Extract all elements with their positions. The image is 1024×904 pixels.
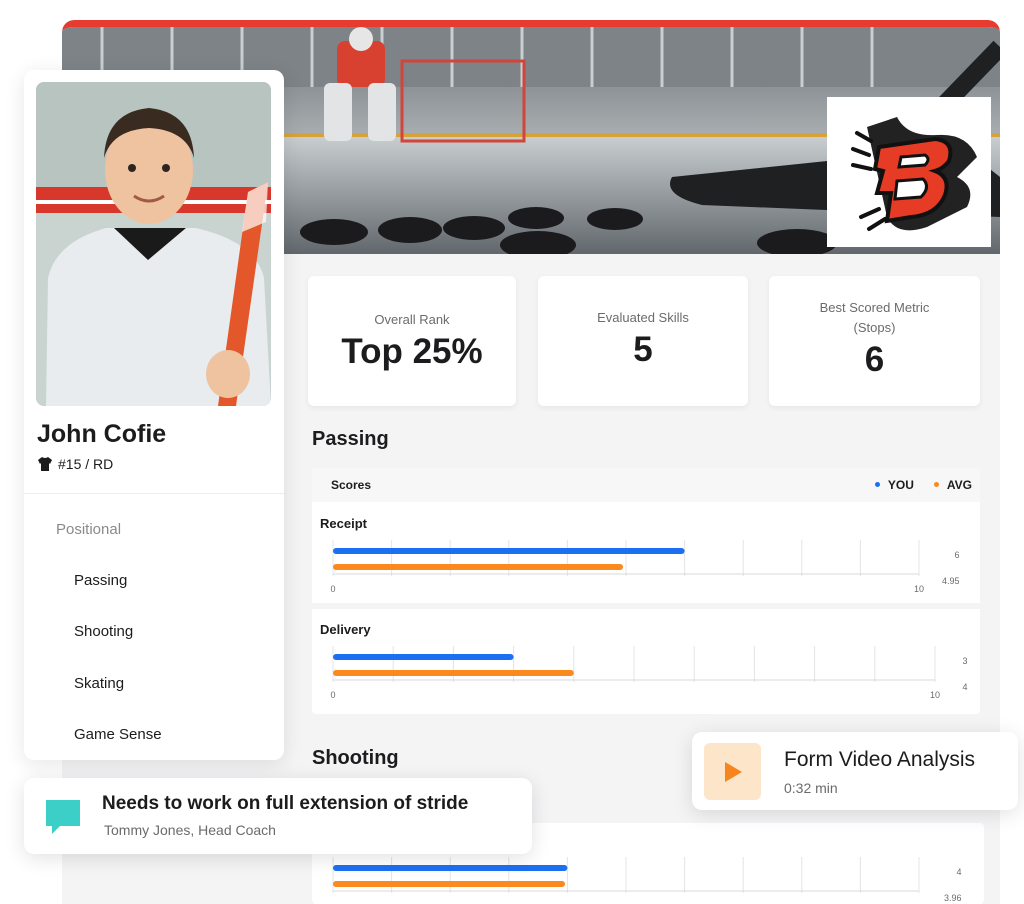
metric-chart: 6 4.95 0 10: [330, 540, 960, 594]
axis-tick-min: 0: [330, 690, 335, 700]
jersey-icon: [38, 457, 52, 471]
value-label-avg: 3.96: [944, 893, 962, 903]
stat-label-sub: (Stops): [853, 320, 896, 335]
bar-avg: [333, 881, 566, 887]
nav-item-skating[interactable]: Skating: [74, 675, 124, 692]
metric-chart: 3 4 0 10: [330, 646, 968, 700]
scores-header-label: Scores: [331, 478, 372, 492]
value-label-you: 3: [962, 656, 967, 666]
stat-label: Overall Rank: [374, 312, 450, 327]
team-logo: [827, 97, 991, 247]
value-label-you: 6: [954, 550, 959, 560]
jersey-number-position: #15 / RD: [58, 456, 114, 472]
nav-item-game-sense[interactable]: Game Sense: [74, 726, 162, 743]
bar-you: [333, 865, 568, 871]
jersey-info: #15 / RD: [37, 456, 113, 472]
stat-card-evaluated-skills: Evaluated Skills 5: [538, 276, 748, 406]
coach-note-text: Needs to work on full extension of strid…: [102, 793, 469, 814]
bar-you: [333, 548, 685, 554]
nav-item-shooting[interactable]: Shooting: [74, 623, 133, 640]
bar-avg: [333, 564, 624, 570]
passing-scores-card: Scores YOU AVG Receipt 6 4.95 0 10 Delivery…: [312, 468, 980, 714]
legend-you: YOU: [874, 478, 914, 492]
section-title-passing: Passing: [312, 428, 389, 450]
axis-tick-min: 0: [330, 584, 335, 594]
value-label-avg: 4: [962, 682, 967, 692]
stat-value: Top 25%: [341, 332, 483, 371]
chart-legend: YOU AVG: [874, 478, 972, 492]
stat-value: 6: [864, 340, 885, 379]
coach-note-card: Needs to work on full extension of strid…: [24, 778, 532, 854]
metric-receipt: Receipt 6 4.95 0 10: [312, 504, 980, 609]
axis-tick-max: 10: [930, 690, 940, 700]
bar-you: [333, 654, 514, 660]
video-analysis-card[interactable]: Form Video Analysis 0:32 min: [692, 732, 1018, 810]
nav-item-passing[interactable]: Passing: [74, 572, 127, 589]
video-title: Form Video Analysis: [784, 748, 976, 771]
video-duration: 0:32 min: [784, 780, 838, 796]
value-label-avg: 4.95: [942, 576, 960, 586]
stat-card-overall-rank: Overall Rank Top 25%: [308, 276, 516, 406]
stat-value: 5: [633, 330, 653, 369]
stat-label: Best Scored Metric: [819, 300, 930, 315]
divider: [24, 493, 284, 494]
player-name: John Cofie: [37, 420, 167, 448]
stat-label: Evaluated Skills: [597, 310, 689, 325]
chat-bubble-icon: [46, 800, 80, 834]
scores-header: Scores YOU AVG: [312, 468, 980, 502]
video-thumbnail[interactable]: [704, 743, 761, 800]
coach-note-author: Tommy Jones, Head Coach: [104, 822, 276, 838]
player-profile-card: John Cofie #15 / RD Positional Passing S…: [24, 70, 284, 760]
bar-avg: [333, 670, 574, 676]
legend-avg: AVG: [933, 478, 972, 492]
section-title-shooting: Shooting: [312, 747, 399, 769]
play-icon[interactable]: [723, 761, 743, 783]
stat-card-best-metric: Best Scored Metric (Stops) 6: [769, 276, 980, 406]
value-label-you: 4: [956, 867, 961, 877]
player-photo: [36, 82, 271, 406]
metric-delivery: Delivery 3 4 0 10: [312, 610, 980, 715]
axis-tick-max: 10: [914, 584, 924, 594]
nav-group-positional[interactable]: Positional: [56, 521, 121, 538]
